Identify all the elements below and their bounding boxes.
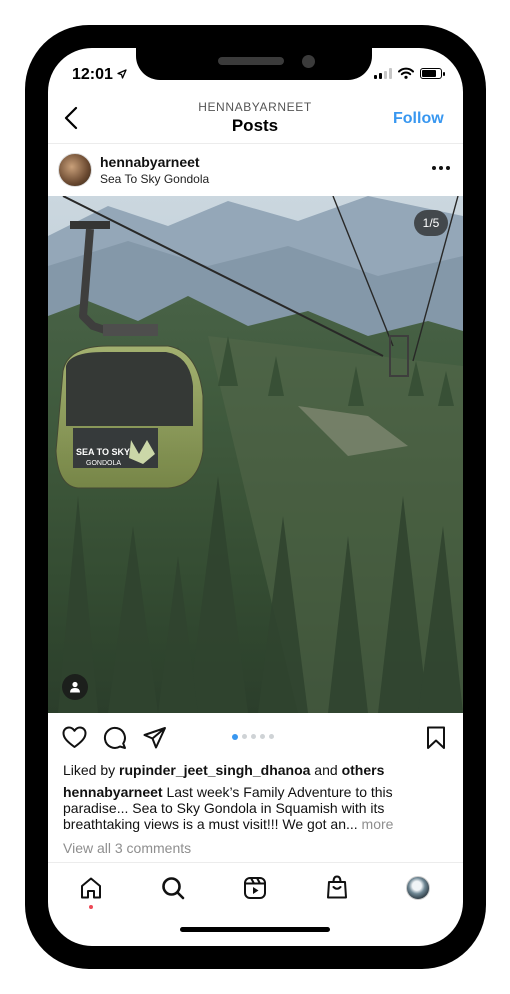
person-icon (70, 681, 80, 693)
more-options-button[interactable] (432, 166, 450, 170)
location-arrow-icon (117, 69, 128, 79)
heart-icon (62, 726, 87, 748)
home-notification-dot (89, 905, 93, 909)
tab-search[interactable] (161, 876, 185, 905)
image-counter: 1/5 (414, 210, 448, 236)
liked-by-user[interactable]: rupinder_jeet_singh_dhanoa (119, 762, 310, 778)
tab-reels[interactable] (243, 876, 267, 905)
tab-shop[interactable] (325, 875, 349, 905)
paper-plane-icon (143, 727, 166, 749)
search-icon (162, 877, 185, 900)
header-divider (48, 143, 463, 144)
post-location[interactable]: Sea To Sky Gondola (100, 172, 209, 186)
follow-button[interactable]: Follow (393, 110, 444, 128)
gondola-photo: SEA TO SKY GONDOLA (48, 196, 463, 713)
liked-by-others[interactable]: others (342, 762, 385, 778)
caption-username[interactable]: hennabyarneet (63, 784, 163, 800)
home-indicator (180, 927, 330, 932)
speaker (218, 57, 284, 65)
share-button[interactable] (143, 726, 167, 755)
tab-home[interactable] (79, 876, 103, 905)
liked-by: Liked by rupinder_jeet_singh_dhanoa and … (63, 762, 384, 778)
battery-icon (420, 67, 445, 79)
reels-icon (244, 877, 266, 899)
carousel-dot (269, 734, 274, 739)
save-button[interactable] (426, 726, 446, 755)
view-comments-link[interactable]: View all 3 comments (63, 840, 191, 856)
tabbar-divider (48, 862, 463, 863)
liked-by-and: and (310, 762, 342, 778)
cellular-signal-icon (374, 67, 392, 79)
tagged-people-button[interactable] (62, 674, 88, 700)
post-image[interactable]: SEA TO SKY GONDOLA (48, 196, 463, 713)
carousel-dot (260, 734, 265, 739)
tab-profile[interactable] (406, 876, 430, 900)
comment-icon (103, 726, 126, 749)
status-icons (374, 67, 445, 79)
post-caption: hennabyarneet Last week’s Family Adventu… (63, 784, 415, 832)
caption-more-link[interactable]: more (358, 816, 394, 832)
carousel-indicator (232, 733, 274, 740)
carousel-dot-active (232, 733, 238, 740)
wifi-icon (398, 67, 414, 79)
like-button[interactable] (62, 726, 87, 754)
liked-by-prefix: Liked by (63, 762, 120, 778)
post-avatar[interactable] (58, 153, 92, 187)
shop-icon (327, 875, 347, 899)
carousel-dot (242, 734, 247, 739)
status-time: 12:01 (72, 66, 128, 84)
home-icon (81, 877, 101, 899)
more-horizontal-icon (432, 166, 436, 170)
front-camera (302, 55, 315, 68)
bookmark-icon (427, 726, 445, 749)
post-username[interactable]: hennabyarneet (100, 154, 200, 170)
comment-button[interactable] (103, 726, 127, 755)
carousel-dot (251, 734, 256, 739)
